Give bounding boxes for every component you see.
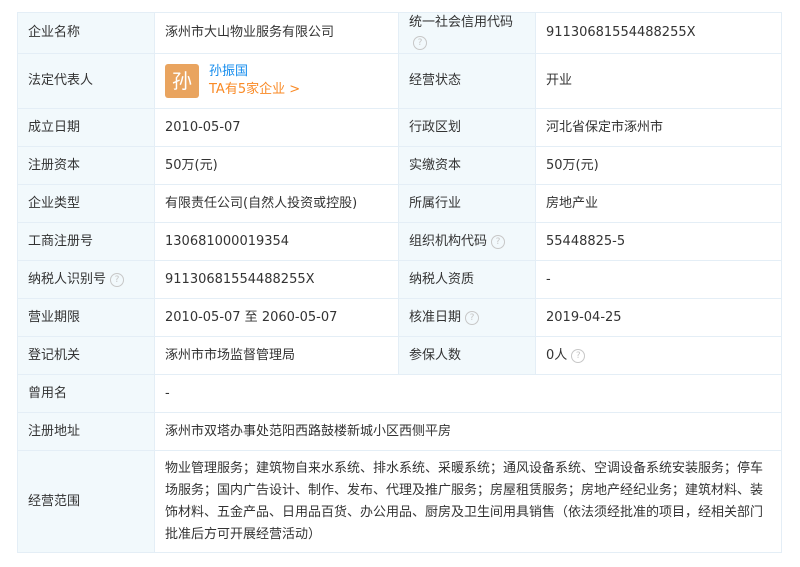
value-company-type: 有限责任公司(自然人投资或控股) xyxy=(154,184,399,223)
help-icon[interactable]: ? xyxy=(413,36,427,50)
label-company-type: 企业类型 xyxy=(17,184,155,223)
row-type: 企业类型 有限责任公司(自然人投资或控股) 所属行业 房地产业 xyxy=(17,184,782,223)
row-address: 注册地址 涿州市双塔办事处范阳西路鼓楼新城小区西侧平房 xyxy=(17,412,782,451)
value-business-status: 开业 xyxy=(535,53,782,109)
label-paid-capital: 实缴资本 xyxy=(398,146,536,185)
label-established-date: 成立日期 xyxy=(17,108,155,147)
legal-rep-name-link[interactable]: 孙振国 xyxy=(209,63,300,81)
label-org-code: 组织机构代码 xyxy=(409,233,488,249)
label-business-term: 营业期限 xyxy=(17,298,155,337)
row-established: 成立日期 2010-05-07 行政区划 河北省保定市涿州市 xyxy=(17,108,782,147)
related-companies-link[interactable]: TA有5家企业 > xyxy=(209,81,300,99)
value-taxpayer-qualification: - xyxy=(535,260,782,299)
label-org-code-cell: 组织机构代码? xyxy=(398,222,536,261)
company-info-panel: 企业名称 涿州市大山物业服务有限公司 统一社会信用代码? 91130681554… xyxy=(17,12,782,553)
label-admin-division: 行政区划 xyxy=(398,108,536,147)
label-credit-code: 统一社会信用代码 xyxy=(409,15,514,30)
company-info-table: 企业名称 涿州市大山物业服务有限公司 统一社会信用代码? 91130681554… xyxy=(17,12,782,553)
value-former-name: - xyxy=(154,374,782,413)
row-authority: 登记机关 涿州市市场监督管理局 参保人数 0人? xyxy=(17,336,782,375)
label-approval-date-cell: 核准日期? xyxy=(398,298,536,337)
row-term: 营业期限 2010-05-07 至 2060-05-07 核准日期? 2019-… xyxy=(17,298,782,337)
value-registration-authority: 涿州市市场监督管理局 xyxy=(154,336,399,375)
help-icon[interactable]: ? xyxy=(491,234,506,249)
row-legal-rep: 法定代表人 孙 孙振国 TA有5家企业 > 经营状态 开业 xyxy=(17,53,782,109)
value-approval-date: 2019-04-25 xyxy=(535,298,782,337)
label-industry: 所属行业 xyxy=(398,184,536,223)
value-business-term: 2010-05-07 至 2060-05-07 xyxy=(154,298,399,337)
value-credit-code: 91130681554488255X xyxy=(535,12,782,54)
row-registration: 工商注册号 130681000019354 组织机构代码? 55448825-5 xyxy=(17,222,782,261)
label-taxpayer-qualification: 纳税人资质 xyxy=(398,260,536,299)
row-former-name: 曾用名 - xyxy=(17,374,782,413)
value-registered-address: 涿州市双塔办事处范阳西路鼓楼新城小区西侧平房 xyxy=(154,412,782,451)
help-icon[interactable]: ? xyxy=(110,272,125,287)
value-business-scope: 物业管理服务；建筑物自来水系统、排水系统、采暖系统；通风设备系统、空调设备系统安… xyxy=(154,450,782,553)
label-business-status: 经营状态 xyxy=(398,53,536,109)
value-registration-number: 130681000019354 xyxy=(154,222,399,261)
value-admin-division: 河北省保定市涿州市 xyxy=(535,108,782,147)
value-paid-capital: 50万(元) xyxy=(535,146,782,185)
value-industry: 房地产业 xyxy=(535,184,782,223)
label-registration-number: 工商注册号 xyxy=(17,222,155,261)
value-org-code: 55448825-5 xyxy=(535,222,782,261)
value-taxpayer-id: 91130681554488255X xyxy=(154,260,399,299)
label-taxpayer-id: 纳税人识别号 xyxy=(28,271,107,287)
label-taxpayer-id-cell: 纳税人识别号? xyxy=(17,260,155,299)
label-insured-count: 参保人数 xyxy=(398,336,536,375)
label-former-name: 曾用名 xyxy=(17,374,155,413)
value-company-name: 涿州市大山物业服务有限公司 xyxy=(154,12,399,54)
row-taxpayer: 纳税人识别号? 91130681554488255X 纳税人资质 - xyxy=(17,260,782,299)
value-insured-count-cell: 0人? xyxy=(535,336,782,375)
help-icon[interactable]: ? xyxy=(571,348,586,363)
row-capital: 注册资本 50万(元) 实缴资本 50万(元) xyxy=(17,146,782,185)
row-company-name: 企业名称 涿州市大山物业服务有限公司 统一社会信用代码? 91130681554… xyxy=(17,12,782,54)
label-credit-code-cell: 统一社会信用代码? xyxy=(398,12,536,54)
label-registration-authority: 登记机关 xyxy=(17,336,155,375)
value-registered-capital: 50万(元) xyxy=(154,146,399,185)
label-business-scope: 经营范围 xyxy=(17,450,155,553)
label-registered-address: 注册地址 xyxy=(17,412,155,451)
value-legal-rep: 孙 孙振国 TA有5家企业 > xyxy=(154,53,399,109)
label-registered-capital: 注册资本 xyxy=(17,146,155,185)
value-insured-count: 0人 xyxy=(546,347,568,363)
label-approval-date: 核准日期 xyxy=(409,309,462,325)
label-company-name: 企业名称 xyxy=(17,12,155,54)
row-business-scope: 经营范围 物业管理服务；建筑物自来水系统、排水系统、采暖系统；通风设备系统、空调… xyxy=(17,450,782,553)
help-icon[interactable]: ? xyxy=(465,310,480,325)
avatar[interactable]: 孙 xyxy=(165,64,199,98)
label-legal-rep: 法定代表人 xyxy=(17,53,155,109)
value-established-date: 2010-05-07 xyxy=(154,108,399,147)
